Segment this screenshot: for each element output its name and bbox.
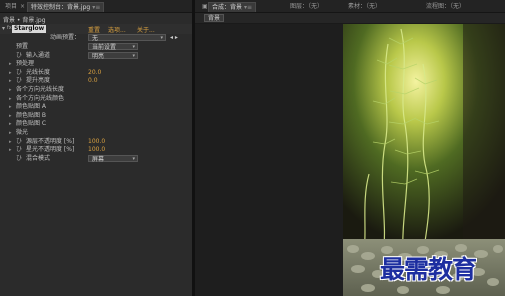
tab-composition[interactable]: 合成：背景 ▾≡ (208, 2, 257, 12)
preset-row: 动画预置： 无 ▾ ◂ ▸ (0, 34, 192, 42)
preset-label: 动画预置： (50, 34, 81, 41)
property-row[interactable]: ひ混合模式 屏幕 ▾ (0, 154, 192, 163)
chevron-down-icon: ▾ (160, 35, 163, 41)
viewer-subbar (195, 13, 505, 23)
property-label: 颜色贴图 C (16, 120, 47, 128)
property-value[interactable]: 20.0 (88, 69, 101, 77)
chevron-down-icon: ▾ (132, 44, 135, 50)
stopwatch-icon[interactable]: ひ (16, 69, 22, 77)
property-row[interactable]: ▸ ひ星光不透明度 [%] 100.0 (0, 146, 192, 154)
tab-effect-controls-file: 背景.jpg (67, 4, 91, 11)
right-tab-bar: ▣ 合成：背景 ▾≡ 图层：（无） 素材：（无） 流程图：（无） (195, 0, 505, 13)
tab-layer[interactable]: 图层：（无） (287, 2, 326, 12)
watermark-text: 最需教育 (380, 255, 477, 284)
effect-name[interactable]: Starglow (12, 25, 47, 33)
tab-layer-label: 图层：（无） (290, 3, 324, 10)
property-row[interactable]: ▸ ひ源层不透明度 [%] 100.0 (0, 138, 192, 146)
tab-effect-controls-prefix: 特效控制台： (31, 4, 68, 11)
property-value[interactable]: 100.0 (88, 138, 105, 146)
tab-project-label: 项目 (5, 3, 18, 10)
about-link[interactable]: 关于... (137, 25, 155, 34)
property-row[interactable]: ▸ 各个方向光线长度 (0, 86, 192, 94)
preset-dropdown[interactable]: 无 ▾ (88, 34, 166, 42)
tab-flowchart-label: 流程图：（无） (426, 3, 466, 10)
twirl-icon[interactable]: ▸ (9, 103, 12, 111)
composition-chip[interactable]: 背景 (204, 14, 225, 22)
property-label: 颜色贴图 A (16, 103, 47, 111)
property-dropdown[interactable]: 明亮 ▾ (88, 51, 138, 60)
twirl-icon[interactable]: ▸ (9, 138, 12, 146)
property-value[interactable]: 0.0 (88, 77, 98, 85)
property-row[interactable]: ▸ 预处理 (0, 60, 192, 68)
left-tab-bar: 项目 × 特效控制台：背景.jpg ▾≡ (0, 0, 192, 13)
property-row[interactable]: 预置 当前设置 ▾ (0, 43, 192, 51)
twirl-icon[interactable]: ▸ (9, 129, 12, 137)
preset-dropdown-value: 无 (92, 35, 99, 42)
effect-controls-panel: 项目 × 特效控制台：背景.jpg ▾≡ 背景 • 背景.jpg ▾ fx Sta… (0, 0, 192, 296)
twirl-icon[interactable]: ▸ (9, 77, 12, 85)
twirl-icon[interactable]: ▸ (9, 112, 12, 120)
property-label: 各个方向光线长度 (16, 86, 65, 93)
property-row[interactable]: ▸ 各个方向光线颜色 (0, 95, 192, 103)
stopwatch-icon[interactable]: ひ (16, 138, 22, 146)
tab-footage[interactable]: 素材：（无） (345, 2, 384, 12)
menu-icon[interactable]: ▾≡ (244, 4, 252, 11)
property-row[interactable]: ▸ 颜色贴图 A (0, 103, 192, 111)
property-row[interactable]: ▸ 颜色贴图 B (0, 112, 192, 120)
property-dropdown[interactable]: 当前设置 ▾ (88, 43, 138, 51)
tab-effect-controls[interactable]: 特效控制台：背景.jpg ▾≡ (27, 2, 105, 12)
stopwatch-icon[interactable]: ひ (16, 155, 22, 163)
property-label: 预处理 (16, 60, 35, 68)
property-label: 各个方向光线颜色 (16, 94, 65, 102)
stopwatch-icon[interactable]: ひ (16, 52, 22, 60)
property-row[interactable]: ▸ 颜色贴图 C (0, 120, 192, 128)
property-dropdown-value: 明亮 (92, 52, 105, 60)
property-dropdown[interactable]: 屏幕 ▾ (88, 154, 138, 163)
property-row[interactable]: ▸ ひ光线长度 20.0 (0, 69, 192, 77)
property-dropdown-value: 屏幕 (92, 155, 105, 163)
twirl-icon[interactable]: ▸ (9, 95, 12, 103)
property-label: 颜色贴图 B (16, 111, 47, 119)
property-label: 微光 (16, 129, 29, 136)
property-label: 混合模式 (26, 154, 51, 162)
property-label: 星光不透明度 [%] (26, 146, 75, 154)
property-label: 提升亮度 (26, 77, 51, 85)
property-label: 光线长度 (26, 68, 51, 76)
twirl-icon[interactable]: ▸ (9, 86, 12, 94)
twirl-icon[interactable]: ▸ (9, 60, 12, 68)
reset-link[interactable]: 重置 (88, 25, 100, 34)
twirl-icon[interactable]: ▸ (9, 146, 12, 154)
expand-icon[interactable]: ▾ (2, 25, 5, 32)
twirl-icon[interactable]: ▸ (9, 120, 12, 128)
tab-flowchart[interactable]: 流程图：（无） (423, 2, 468, 12)
property-label: 源层不透明度 [%] (26, 137, 75, 145)
property-row[interactable]: ▸ 微光 (0, 129, 192, 137)
stopwatch-icon[interactable]: ひ (16, 77, 22, 85)
tab-composition-label: 合成：背景 (212, 4, 243, 11)
twirl-icon[interactable]: ▸ (9, 69, 12, 77)
stopwatch-icon[interactable]: ひ (16, 146, 22, 154)
property-label: 输入通道 (26, 51, 51, 59)
property-dropdown-value: 当前设置 (92, 44, 117, 51)
property-value[interactable]: 100.0 (88, 146, 105, 154)
options-link[interactable]: 选项... (108, 25, 126, 34)
breadcrumb: 背景 • 背景.jpg (3, 17, 46, 24)
menu-icon[interactable]: ▾≡ (92, 4, 100, 11)
prev-next-icon[interactable]: ◂ ▸ (170, 34, 178, 42)
tab-footage-label: 素材：（无） (348, 3, 382, 10)
property-row[interactable]: ひ输入通道 明亮 ▾ (0, 51, 192, 60)
chevron-down-icon: ▾ (132, 155, 135, 162)
chevron-down-icon: ▾ (132, 52, 135, 59)
property-row[interactable]: ▸ ひ提升亮度 0.0 (0, 77, 192, 85)
property-label: 预置 (16, 43, 29, 50)
